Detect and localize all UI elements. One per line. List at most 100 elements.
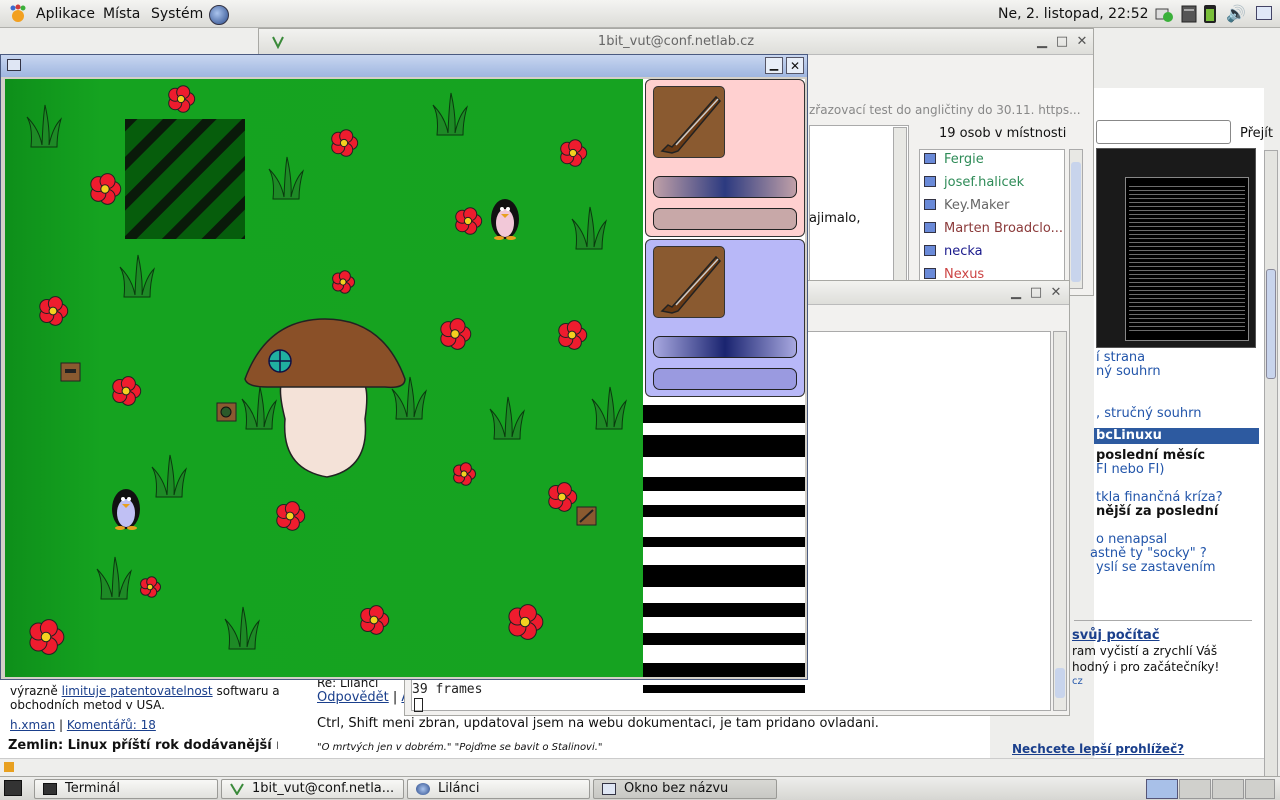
user-flag-icon xyxy=(924,245,936,256)
promo-text-2: hodný i pro začátečníky! xyxy=(1072,660,1220,674)
window-menu-icon[interactable] xyxy=(7,59,21,71)
author-link[interactable]: h.xman xyxy=(10,718,55,732)
grass-tuft xyxy=(489,396,526,440)
member-name: Fergie xyxy=(944,152,984,167)
close-button[interactable]: ✕ xyxy=(1075,34,1089,49)
workspace-1[interactable] xyxy=(1146,779,1178,799)
server-icon[interactable] xyxy=(1178,4,1198,24)
member-list-item[interactable]: Fergie xyxy=(924,152,984,172)
flower xyxy=(360,605,390,635)
chat-scrollbar[interactable] xyxy=(893,127,907,287)
browser-scrollbar[interactable] xyxy=(1264,150,1278,786)
post-signature: "O mrtvých jen v dobrém." "Pojďme se bav… xyxy=(317,742,603,753)
member-list: Fergie josef.halicek Key.Maker Marten Broad… xyxy=(919,149,1065,289)
flower xyxy=(168,85,196,113)
flower xyxy=(112,376,142,406)
browser-link-3[interactable]: yslí se zastavením xyxy=(1096,560,1216,575)
artifact-stripe xyxy=(643,477,805,491)
menu-places[interactable]: Místa xyxy=(103,6,140,22)
rifle-crate xyxy=(576,506,597,526)
member-name: Key.Maker xyxy=(944,198,1010,213)
minimize-button[interactable]: ▁ xyxy=(1035,34,1049,49)
member-list-item[interactable]: Key.Maker xyxy=(924,198,1009,218)
user-flag-icon xyxy=(924,268,936,279)
member-list-item[interactable]: Marten Broadclo... xyxy=(924,221,1063,241)
window-icon xyxy=(602,783,616,795)
terminal-scrollbar[interactable] xyxy=(1053,331,1067,711)
workspace-switcher[interactable] xyxy=(1146,779,1276,799)
post-actions: Odpovědět | A xyxy=(317,690,410,705)
game-close-button[interactable]: ✕ xyxy=(786,57,804,74)
volume-icon[interactable]: 🔊 xyxy=(1226,4,1246,23)
browser-link-crisis[interactable]: tkla finančná kríza? xyxy=(1096,490,1223,505)
search-input[interactable] xyxy=(1096,120,1231,144)
flower xyxy=(453,462,477,486)
browser-link-2[interactable]: astně ty "socky" ? xyxy=(1090,546,1207,561)
player2-card xyxy=(645,239,805,397)
clock[interactable]: Ne, 2. listopad, 22:52 xyxy=(998,6,1149,22)
member-scrollbar[interactable] xyxy=(1069,149,1083,289)
web-browser-launcher-icon[interactable] xyxy=(209,5,229,25)
workspace-4[interactable] xyxy=(1245,779,1275,799)
user-flag-icon xyxy=(924,153,936,164)
scrollbar-thumb[interactable] xyxy=(1266,269,1276,379)
artifact-stripe xyxy=(643,663,805,677)
terminal-output-line: 39 frames xyxy=(412,682,483,697)
workspace-2[interactable] xyxy=(1179,779,1211,799)
reply-link[interactable]: Odpovědět xyxy=(317,690,389,705)
game-window-titlebar[interactable]: ▁ ✕ xyxy=(1,55,807,77)
network-icon[interactable] xyxy=(1154,5,1174,23)
taskbar-item-lilanci[interactable]: Lilánci xyxy=(407,779,590,799)
browser-link-home[interactable]: í strana xyxy=(1096,350,1145,365)
show-desktop-icon[interactable] xyxy=(1256,6,1272,20)
promo-link[interactable]: svůj počítač xyxy=(1072,628,1160,643)
taskbar-item-chat[interactable]: 1bit_vut@conf.netla... xyxy=(221,779,404,799)
rifle-icon xyxy=(653,86,725,158)
flower xyxy=(558,320,588,350)
flower xyxy=(29,619,65,655)
news-headline[interactable]: Zemlin: Linux příští rok dodávanější r xyxy=(8,738,278,753)
browser-link-1[interactable]: o nenapsal xyxy=(1096,532,1167,547)
render-artifact-area xyxy=(643,405,805,693)
news-link-patent[interactable]: limituje patentovatelnost xyxy=(62,684,213,698)
flower xyxy=(548,482,578,512)
gnome-foot-icon xyxy=(8,4,28,24)
user-flag-icon xyxy=(924,176,936,187)
game-field[interactable] xyxy=(5,79,645,677)
chat-window-title[interactable]: 1bit_vut@conf.netlab.cz xyxy=(259,29,1093,55)
menu-system[interactable]: Systém xyxy=(151,6,203,22)
show-desktop-button[interactable] xyxy=(4,780,22,796)
comments-link[interactable]: Komentářů: 18 xyxy=(67,718,156,732)
game-minimize-button[interactable]: ▁ xyxy=(765,57,783,74)
grass-tuft xyxy=(432,92,469,136)
screenshot-thumbnail[interactable] xyxy=(1096,148,1256,348)
member-list-item[interactable]: necka xyxy=(924,244,983,264)
crosshair-icon xyxy=(268,349,292,373)
promo-small-link[interactable]: cz xyxy=(1072,676,1083,687)
flower xyxy=(39,296,69,326)
terminal-minimize-button[interactable]: ▁ xyxy=(1009,285,1023,300)
workspace-3[interactable] xyxy=(1212,779,1244,799)
browser-link-summary[interactable]: ný souhrn xyxy=(1096,364,1161,379)
grass-tuft xyxy=(241,386,278,430)
rifle-icon xyxy=(653,246,725,318)
terminal-maximize-button[interactable]: □ xyxy=(1029,285,1043,300)
flower xyxy=(140,576,161,598)
menu-applications[interactable]: Aplikace xyxy=(36,6,95,22)
poll-subtitle[interactable]: FI nebo FI) xyxy=(1096,462,1164,477)
taskbar-item-terminal[interactable]: Terminál xyxy=(34,779,218,799)
browser-link-short-summary[interactable]: , stručný souhrn xyxy=(1096,406,1202,421)
grass-tuft xyxy=(268,156,305,200)
member-name: josef.halicek xyxy=(944,175,1025,190)
better-browser-link[interactable]: Nechcete lepší prohlížeč? xyxy=(1012,742,1184,756)
flower xyxy=(276,501,306,531)
user-flag-icon xyxy=(924,222,936,233)
maximize-button[interactable]: □ xyxy=(1055,34,1069,49)
terminal-close-button[interactable]: ✕ xyxy=(1049,285,1063,300)
battery-icon[interactable] xyxy=(1204,5,1216,23)
grass-tuft xyxy=(571,206,608,250)
member-list-item[interactable]: josef.halicek xyxy=(924,175,1024,195)
search-go-button[interactable]: Přejít xyxy=(1240,126,1273,141)
taskbar-item-untitled[interactable]: Okno bez názvu xyxy=(593,779,777,799)
bold-heading: nější za poslední xyxy=(1096,504,1219,519)
